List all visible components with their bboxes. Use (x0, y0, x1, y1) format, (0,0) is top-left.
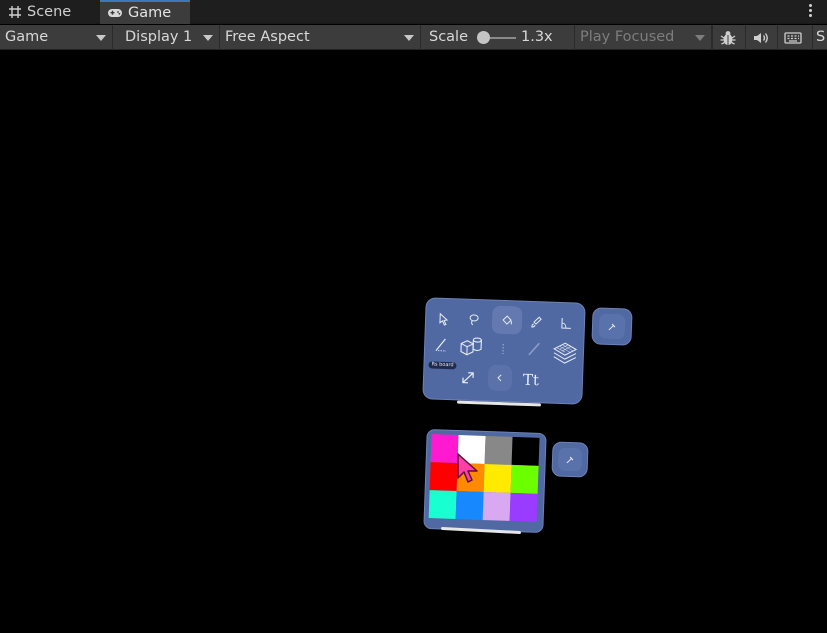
dotted-line-icon (502, 343, 504, 354)
tool-text[interactable]: Tt (516, 365, 547, 394)
tool-brush[interactable] (524, 310, 549, 335)
mute-audio-button[interactable] (745, 25, 775, 50)
tool-resize[interactable] (454, 363, 483, 392)
gamepad-icon (108, 9, 122, 17)
board-badge: Rs board (428, 361, 457, 370)
keyboard-icon (783, 31, 802, 44)
ruler-icon (528, 342, 540, 356)
display-mode-value: Game (5, 29, 49, 45)
lasso-icon (469, 314, 479, 326)
scale-label: Scale (429, 29, 469, 45)
tool-measure[interactable] (521, 336, 548, 363)
pin-icon (608, 323, 616, 330)
tool-layers[interactable] (548, 337, 581, 370)
color-swatch[interactable] (484, 435, 513, 465)
line-tool-icon (435, 338, 446, 352)
tab-game-label: Game (128, 5, 172, 21)
color-swatch[interactable] (428, 490, 457, 519)
color-swatch[interactable] (429, 462, 458, 492)
display-value: Display 1 (125, 29, 193, 45)
chevron-down-icon (96, 35, 106, 41)
color-swatch[interactable] (483, 463, 512, 493)
bug-icon (720, 30, 735, 45)
play-mode-dropdown[interactable]: Play Focused (574, 25, 712, 50)
pin-button-face (557, 447, 583, 472)
chevron-down-icon (203, 35, 213, 41)
chevron-down-icon (404, 35, 414, 41)
scale-value: 1.3x (521, 29, 553, 45)
tool-dotted[interactable] (491, 337, 516, 362)
tab-game[interactable]: Game (100, 0, 190, 24)
pin-icon (566, 456, 574, 463)
gizmos-button[interactable]: S (812, 25, 827, 50)
expand-arrows-icon (462, 372, 474, 384)
game-viewport[interactable] (0, 51, 827, 633)
aspect-value: Free Aspect (225, 29, 310, 45)
game-toolbar: Game Display 1 Free Aspect Scale 1.3x Pl… (0, 25, 827, 50)
tool-lasso[interactable] (462, 308, 487, 333)
brush-icon (531, 316, 542, 328)
color-swatch[interactable] (510, 464, 539, 494)
tools-panel-pin-button[interactable] (591, 307, 633, 346)
tab-strip: Scene Game (0, 0, 827, 24)
color-swatch[interactable] (511, 436, 540, 466)
color-swatch[interactable] (430, 434, 459, 464)
tool-back[interactable] (487, 364, 513, 392)
grid-icon (9, 6, 21, 18)
chevron-left-icon (497, 374, 502, 382)
palette-pin-button[interactable] (551, 441, 589, 478)
text-tool-label: Tt (522, 370, 540, 390)
tool-shapes[interactable] (455, 331, 488, 362)
pin-button-face (598, 313, 626, 340)
tool-angle[interactable] (554, 311, 579, 336)
more-options-icon[interactable] (809, 4, 813, 20)
paint-bucket-icon (502, 315, 512, 325)
chevron-down-icon (695, 35, 705, 41)
speaker-icon (753, 32, 768, 43)
tools-panel: Rs board Tt (422, 297, 586, 405)
display-mode-dropdown[interactable]: Game (0, 25, 113, 50)
angle-icon (561, 317, 571, 329)
tab-scene-label: Scene (27, 4, 72, 20)
aspect-dropdown[interactable]: Free Aspect (220, 25, 421, 50)
color-swatch[interactable] (455, 491, 484, 520)
unity-editor-game-view: Scene Game Game Display 1 Free Aspect Sc… (0, 0, 827, 633)
cursor-tool-icon (439, 312, 449, 326)
pointer-cursor-icon (457, 453, 478, 483)
tool-paint[interactable] (491, 305, 523, 335)
stats-button[interactable] (777, 25, 807, 50)
color-swatch[interactable] (482, 491, 511, 521)
layers-icon (553, 342, 578, 364)
scale-slider-handle[interactable] (477, 31, 490, 44)
display-dropdown[interactable]: Display 1 (120, 25, 220, 50)
cylinder-cube-icon (460, 337, 482, 356)
tool-line[interactable] (429, 332, 454, 357)
tab-scene[interactable]: Scene (0, 0, 96, 24)
tool-select[interactable] (432, 306, 457, 331)
color-swatch[interactable] (509, 492, 538, 522)
play-mode-value: Play Focused (580, 29, 675, 45)
debug-button[interactable] (712, 25, 742, 50)
color-palette-panel (423, 428, 547, 534)
